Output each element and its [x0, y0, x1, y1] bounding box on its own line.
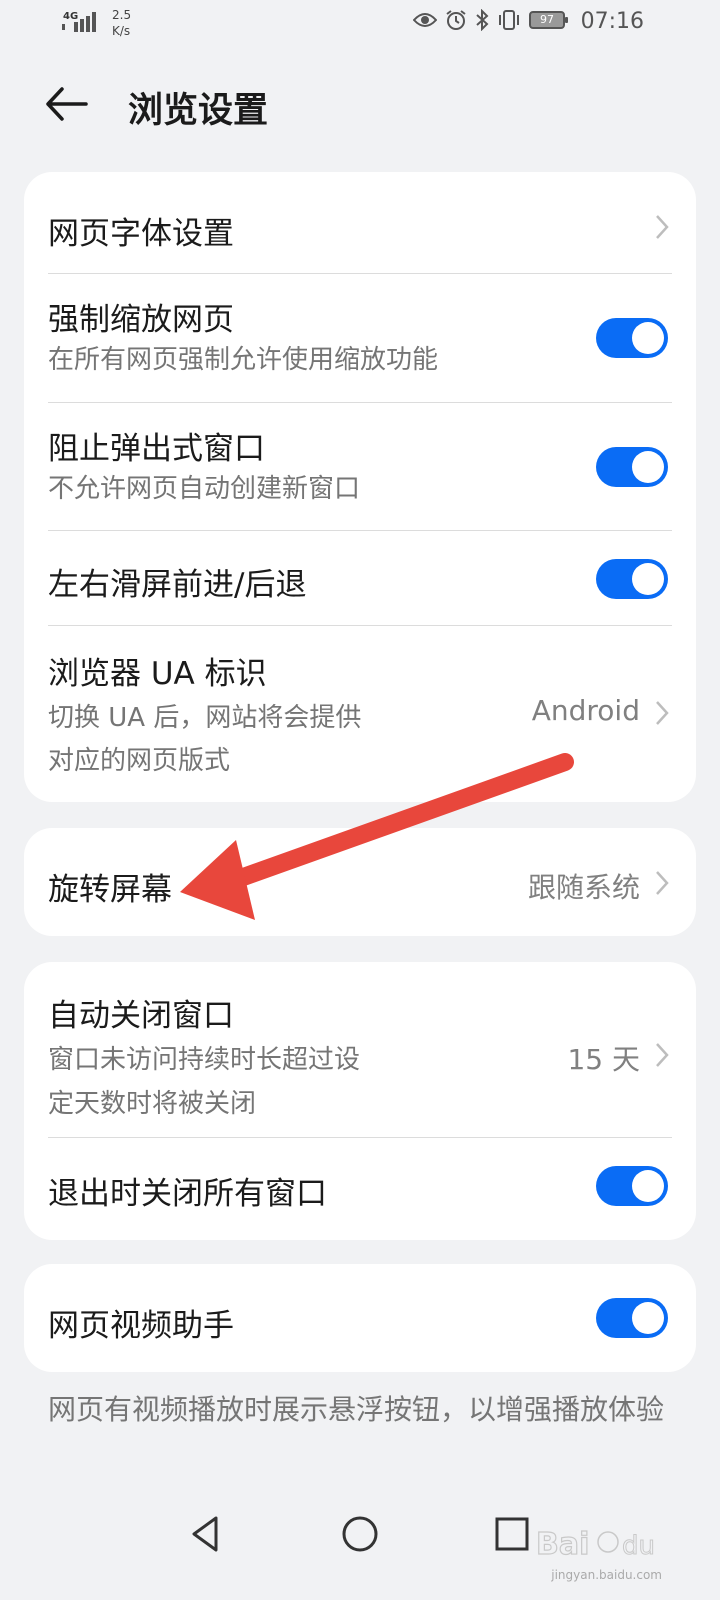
chevron-right-icon: [656, 215, 669, 239]
settings-card-video: 网页视频助手: [24, 1264, 696, 1372]
ua-title: 浏览器 UA 标识: [48, 656, 267, 692]
rotate-screen-title: 旋转屏幕: [48, 872, 172, 908]
force-zoom-row: 强制缩放网页 在所有网页强制允许使用缩放功能: [24, 274, 696, 402]
block-popups-row: 阻止弹出式窗口 不允许网页自动创建新窗口: [24, 403, 696, 531]
block-popups-subtitle: 不允许网页自动创建新窗口: [48, 474, 361, 504]
auto-close-row[interactable]: 自动关闭窗口 窗口未访问持续时长超过设 定天数时将被关闭 15 天: [24, 962, 696, 1137]
recents-square-icon[interactable]: [488, 1510, 536, 1558]
swipe-nav-title: 左右滑屏前进/后退: [48, 567, 307, 603]
back-button[interactable]: [44, 82, 96, 126]
ua-value: Android: [531, 694, 640, 727]
eye-icon: [413, 13, 437, 27]
font-settings-title: 网页字体设置: [48, 216, 234, 252]
page-title: 浏览设置: [128, 91, 269, 131]
close-on-exit-row: 退出时关闭所有窗口: [24, 1138, 696, 1240]
chevron-right-icon: [656, 1043, 669, 1067]
vibrate-icon: [499, 10, 519, 30]
rotate-screen-value: 跟随系统: [527, 871, 640, 904]
auto-close-value: 15 天: [567, 1043, 640, 1076]
force-zoom-title: 强制缩放网页: [48, 302, 234, 338]
swipe-nav-toggle[interactable]: [596, 559, 668, 599]
alarm-icon: [446, 10, 466, 30]
auto-close-subtitle-line1: 窗口未访问持续时长超过设: [48, 1045, 361, 1075]
block-popups-title: 阻止弹出式窗口: [48, 431, 265, 467]
video-helper-footnote: 网页有视频播放时展示悬浮按钮，以增强播放体验: [48, 1393, 665, 1426]
network-speed: 2.5 K/s: [112, 8, 132, 38]
chevron-right-icon: [656, 701, 669, 725]
battery-indicator: 97: [529, 11, 568, 29]
block-popups-toggle[interactable]: [596, 447, 668, 487]
auto-close-title: 自动关闭窗口: [48, 998, 234, 1034]
back-triangle-icon[interactable]: [182, 1510, 230, 1558]
ua-subtitle-line1: 切换 UA 后，网站将会提供: [48, 703, 362, 733]
auto-close-subtitle-line2: 定天数时将被关闭: [48, 1089, 257, 1119]
swipe-nav-row: 左右滑屏前进/后退: [24, 531, 696, 625]
ua-subtitle-line2: 对应的网页版式: [48, 746, 231, 776]
close-on-exit-title: 退出时关闭所有窗口: [48, 1176, 327, 1212]
settings-card-windows: 自动关闭窗口 窗口未访问持续时长超过设 定天数时将被关闭 15 天 退出时关闭所…: [24, 962, 696, 1240]
video-helper-row: 网页视频助手: [24, 1264, 696, 1372]
status-bar: 4G 2.5 K/s 97 07:16: [0, 0, 720, 48]
status-icons: 97: [413, 9, 568, 31]
settings-card-general: 网页字体设置 强制缩放网页 在所有网页强制允许使用缩放功能 阻止弹出式窗口 不允…: [24, 172, 696, 802]
clock: 07:16: [580, 9, 644, 34]
chevron-right-icon: [656, 871, 669, 895]
ua-row[interactable]: 浏览器 UA 标识 切换 UA 后，网站将会提供 对应的网页版式 Android: [24, 626, 696, 802]
font-settings-row[interactable]: 网页字体设置: [24, 172, 696, 273]
bluetooth-icon: [476, 9, 489, 31]
video-helper-title: 网页视频助手: [48, 1308, 234, 1344]
network-type: 4G: [63, 11, 79, 22]
baidu-watermark-logo: Bai du: [536, 1526, 655, 1562]
home-circle-icon[interactable]: [336, 1510, 384, 1558]
close-on-exit-toggle[interactable]: [596, 1166, 668, 1206]
watermark-url: jingyan.baidu.com: [551, 1568, 662, 1582]
settings-card-rotate: 旋转屏幕 跟随系统: [24, 828, 696, 936]
force-zoom-subtitle: 在所有网页强制允许使用缩放功能: [48, 345, 439, 375]
back-arrow-icon: [46, 87, 88, 121]
video-helper-toggle[interactable]: [596, 1298, 668, 1338]
rotate-screen-row[interactable]: 旋转屏幕 跟随系统: [24, 828, 696, 936]
svg-text:Bai: Bai: [536, 1527, 589, 1562]
svg-text:du: du: [622, 1531, 655, 1561]
force-zoom-toggle[interactable]: [596, 318, 668, 358]
